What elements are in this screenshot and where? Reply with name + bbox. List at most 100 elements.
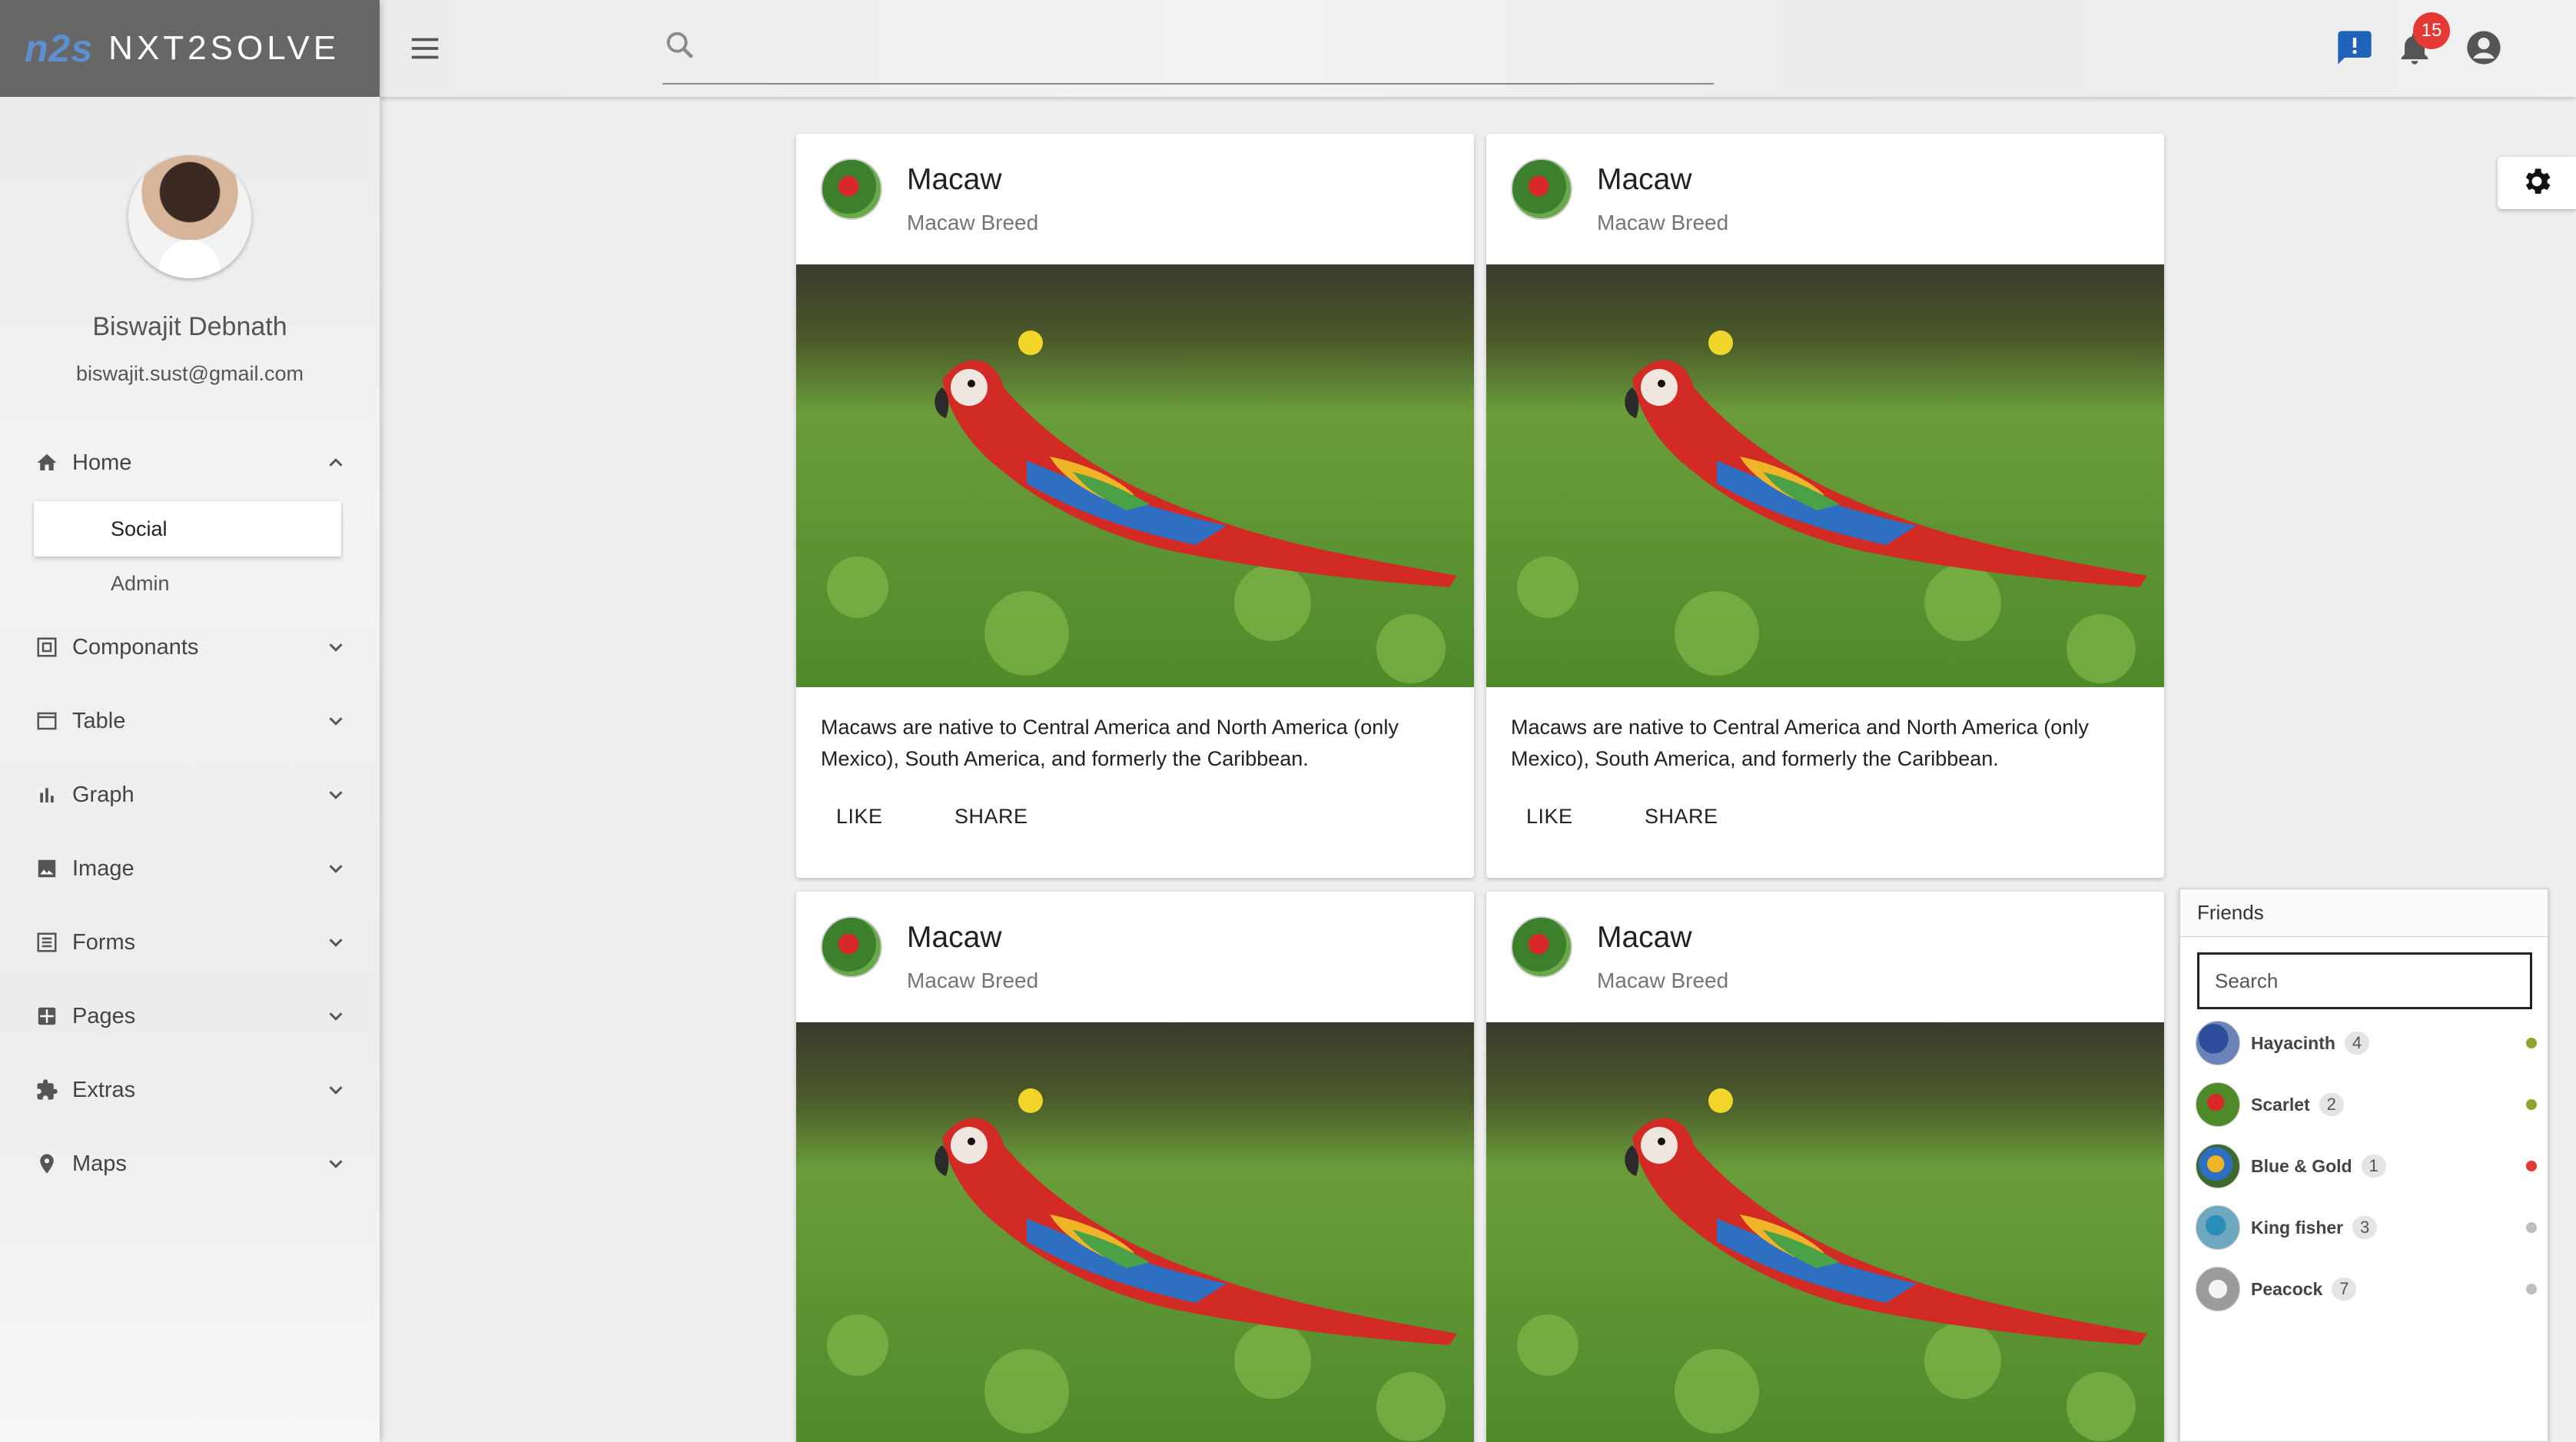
- sidebar-subitem-admin[interactable]: Admin: [0, 557, 380, 610]
- card-subtitle: Macaw Breed: [1597, 211, 1729, 234]
- map-pin-icon: [34, 1151, 60, 1177]
- top-search: [662, 23, 1714, 85]
- user-email: biswajit.sust@gmail.com: [76, 362, 304, 385]
- card-header: Macaw Macaw Breed: [1486, 892, 2164, 1022]
- image-icon: [34, 856, 60, 882]
- friend-count-badge: 4: [2344, 1032, 2369, 1055]
- card-avatar[interactable]: [821, 158, 882, 220]
- table-icon: [34, 708, 60, 734]
- user-avatar[interactable]: [128, 155, 251, 278]
- friend-count-badge: 1: [2361, 1155, 2386, 1178]
- menu-icon[interactable]: [407, 31, 443, 66]
- post-card: Macaw Macaw Breed Macaws are native to C…: [1486, 134, 2164, 878]
- home-icon: [34, 450, 60, 476]
- card-title: Macaw: [907, 163, 1002, 196]
- components-icon: [34, 634, 60, 660]
- online-status-dot: [2526, 1038, 2537, 1048]
- chevron-down-icon: [324, 931, 347, 954]
- sidebar-item-label: Table: [72, 708, 126, 733]
- friend-avatar: [2196, 1205, 2240, 1250]
- friend-count-badge: 2: [2319, 1093, 2344, 1116]
- friends-panel: Friends Hayacinth 4 Scarlet 2 Blue & Gol…: [2179, 889, 2548, 1442]
- brand-name[interactable]: NXT2SOLVE: [108, 29, 340, 68]
- gear-icon: [2520, 164, 2554, 202]
- chevron-down-icon: [324, 709, 347, 733]
- offline-status-dot: [2526, 1284, 2537, 1294]
- sidebar-item-extras[interactable]: Extras: [0, 1053, 380, 1127]
- card-subtitle: Macaw Breed: [907, 211, 1039, 234]
- friend-item[interactable]: Scarlet 2: [2196, 1082, 2537, 1128]
- sidebar-item-pages[interactable]: Pages: [0, 979, 380, 1053]
- share-button[interactable]: SHARE: [1632, 795, 1731, 838]
- sidebar-item-table[interactable]: Table: [0, 684, 380, 758]
- pages-icon: [34, 1003, 60, 1029]
- like-button[interactable]: LIKE: [1514, 795, 1585, 838]
- graph-icon: [34, 782, 60, 808]
- friend-item[interactable]: Blue & Gold 1: [2196, 1143, 2537, 1189]
- user-name: Biswajit Debnath: [92, 312, 287, 341]
- post-card: Macaw Macaw Breed: [1486, 892, 2164, 1442]
- extras-icon: [34, 1077, 60, 1103]
- card-subtitle: Macaw Breed: [1597, 969, 1729, 992]
- settings-button[interactable]: [2498, 157, 2576, 209]
- share-button[interactable]: SHARE: [942, 795, 1041, 838]
- search-input[interactable]: [710, 26, 1701, 65]
- card-actions: LIKE SHARE: [796, 775, 1474, 852]
- sidebar-subitem-social[interactable]: Social: [34, 501, 341, 557]
- chevron-up-icon: [324, 451, 347, 474]
- brand-logo[interactable]: n2s: [25, 26, 93, 71]
- friend-name: Peacock: [2251, 1278, 2323, 1299]
- chevron-down-icon: [324, 1078, 347, 1101]
- card-actions: LIKE SHARE: [1486, 775, 2164, 852]
- chevron-down-icon: [324, 783, 347, 806]
- friends-search-input[interactable]: [2197, 952, 2532, 1009]
- card-avatar[interactable]: [1511, 916, 1572, 978]
- sidebar-nav: Home Social Admin Componants Table Graph…: [0, 426, 380, 1201]
- sidebar-item-home[interactable]: Home: [0, 426, 380, 500]
- friends-title: Friends: [2180, 889, 2548, 937]
- friend-name: Hayacinth: [2251, 1032, 2335, 1053]
- sidebar-item-label: Extras: [72, 1077, 136, 1102]
- sidebar-item-maps[interactable]: Maps: [0, 1127, 380, 1201]
- sidebar: n2s NXT2SOLVE Biswajit Debnath biswajit.…: [0, 0, 380, 1442]
- top-app-bar: [380, 0, 2576, 97]
- account-icon[interactable]: [2464, 28, 2504, 68]
- post-card: Macaw Macaw Breed Macaws are native to C…: [796, 134, 1474, 878]
- card-title: Macaw: [907, 921, 1002, 954]
- search-icon[interactable]: [662, 28, 698, 63]
- sidebar-item-label: Pages: [72, 1003, 136, 1028]
- friend-name: Scarlet: [2251, 1094, 2310, 1115]
- friend-name: Blue & Gold: [2251, 1155, 2352, 1176]
- notification-badge: 15: [2413, 12, 2450, 49]
- user-profile: Biswajit Debnath biswajit.sust@gmail.com: [0, 97, 380, 386]
- busy-status-dot: [2526, 1161, 2537, 1171]
- sidebar-item-image[interactable]: Image: [0, 832, 380, 905]
- brand-bar: n2s NXT2SOLVE: [0, 0, 380, 97]
- friend-item[interactable]: Peacock 7: [2196, 1266, 2537, 1312]
- card-subtitle: Macaw Breed: [907, 969, 1039, 992]
- sidebar-item-componants[interactable]: Componants: [0, 610, 380, 684]
- card-avatar[interactable]: [1511, 158, 1572, 220]
- chevron-down-icon: [324, 1152, 347, 1175]
- offline-status-dot: [2526, 1222, 2537, 1233]
- friend-item[interactable]: King fisher 3: [2196, 1204, 2537, 1251]
- sidebar-item-graph[interactable]: Graph: [0, 758, 380, 832]
- sidebar-item-forms[interactable]: Forms: [0, 905, 380, 979]
- macaw-image: [1486, 264, 2164, 687]
- like-button[interactable]: LIKE: [824, 795, 895, 838]
- macaw-image: [1486, 1022, 2164, 1442]
- sidebar-item-label: Image: [72, 856, 134, 881]
- macaw-image: [796, 264, 1474, 687]
- card-avatar[interactable]: [821, 916, 882, 978]
- friend-avatar: [2196, 1267, 2240, 1311]
- chevron-down-icon: [324, 636, 347, 659]
- friend-avatar: [2196, 1082, 2240, 1127]
- sidebar-item-label: Graph: [72, 782, 134, 807]
- feedback-icon[interactable]: [2335, 28, 2375, 68]
- online-status-dot: [2526, 1099, 2537, 1110]
- sidebar-item-label: Maps: [72, 1151, 127, 1176]
- chevron-down-icon: [324, 1005, 347, 1028]
- friend-count-badge: 7: [2332, 1278, 2357, 1301]
- friend-item[interactable]: Hayacinth 4: [2196, 1020, 2537, 1066]
- card-description: Macaws are native to Central America and…: [821, 716, 1399, 770]
